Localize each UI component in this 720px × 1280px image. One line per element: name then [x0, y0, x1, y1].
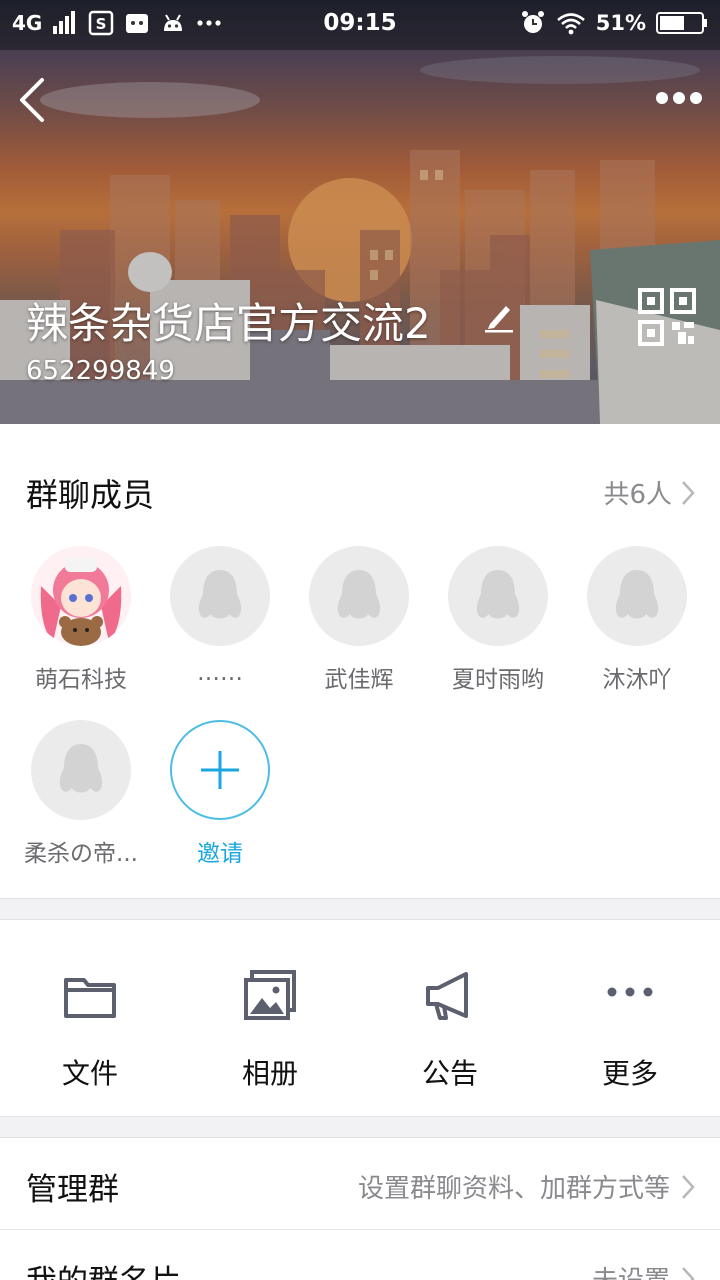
manage-group-hint: 设置群聊资料、加群方式等	[357, 1174, 670, 1204]
manage-group-label: 管理群	[26, 1172, 119, 1208]
member-item[interactable]: 沐沐吖	[572, 546, 702, 694]
wifi-icon	[556, 13, 585, 35]
default-penguin-avatar-icon	[476, 570, 520, 619]
member-name: 柔杀の帝...	[24, 841, 138, 867]
status-bar: 4G S 09:15 51%	[0, 0, 720, 50]
megaphone-icon	[426, 972, 468, 1020]
group-name: 辣条杂货店官方交流2	[26, 299, 431, 348]
member-item[interactable]: 夏时雨哟	[433, 546, 563, 694]
member-item[interactable]: 武佳辉	[294, 546, 424, 694]
battery-percent: 51%	[595, 11, 646, 35]
qr-code-icon[interactable]	[638, 288, 696, 346]
more-dots-icon	[607, 987, 653, 997]
avatar	[587, 546, 687, 646]
my-card-status: 未设置	[592, 1260, 670, 1280]
chevron-right-icon	[682, 1174, 695, 1199]
back-arrow-icon[interactable]	[14, 74, 54, 126]
manage-group-value: 设置群聊资料、加群方式等	[358, 1168, 696, 1205]
member-name: ……	[197, 660, 243, 686]
invite-label: 邀请	[197, 841, 243, 867]
group-banner: 4G S 09:15 51% 辣条杂货店官方交流2 652299849	[0, 0, 720, 424]
chevron-right-icon	[682, 1266, 695, 1280]
tool-label: 文件	[61, 1057, 118, 1090]
manage-group-row[interactable]: 管理群 设置群聊资料、加群方式等	[0, 1138, 720, 1230]
avatar	[31, 720, 131, 820]
section-divider	[0, 1116, 720, 1138]
anime-girl-avatar-icon	[31, 546, 131, 646]
tool-label: 公告	[421, 1057, 478, 1090]
more-options-icon[interactable]	[654, 86, 704, 110]
member-item[interactable]: 柔杀の帝...	[16, 720, 146, 868]
section-divider	[0, 898, 720, 920]
default-penguin-avatar-icon	[337, 570, 381, 619]
invite-circle	[170, 720, 270, 820]
invite-button[interactable]: 邀请	[155, 720, 285, 868]
member-item[interactable]: ……	[155, 546, 285, 686]
folder-icon	[64, 978, 116, 1018]
members-title: 群聊成员	[26, 476, 155, 514]
my-card-row[interactable]: 我的群名片 未设置	[0, 1230, 720, 1280]
avatar	[31, 546, 131, 646]
avatar	[170, 546, 270, 646]
alarm-icon	[521, 11, 544, 33]
default-penguin-avatar-icon	[59, 744, 103, 793]
tool-more[interactable]: 更多	[540, 968, 720, 1092]
my-card-value: 未设置	[592, 1260, 696, 1280]
default-penguin-avatar-icon	[198, 570, 242, 619]
member-item[interactable]: 萌石科技	[16, 546, 146, 694]
tool-files[interactable]: 文件	[0, 968, 180, 1092]
battery-icon	[656, 12, 707, 34]
default-penguin-avatar-icon	[615, 570, 659, 619]
member-name: 夏时雨哟	[452, 667, 544, 693]
member-name: 武佳辉	[324, 667, 394, 693]
members-count-link[interactable]: 共6人	[603, 474, 696, 511]
avatar	[309, 546, 409, 646]
edit-pencil-icon[interactable]	[482, 298, 516, 334]
plus-icon	[201, 751, 239, 789]
chevron-right-icon	[682, 480, 695, 505]
group-id: 652299849	[26, 356, 175, 386]
members-section: 群聊成员 共6人 萌石科技 …… 武佳辉 夏时雨哟 沐沐吖 柔杀の帝... 邀请	[0, 424, 720, 898]
tool-label: 相册	[241, 1057, 298, 1090]
my-card-label: 我的群名片	[26, 1256, 181, 1280]
member-name: 萌石科技	[35, 667, 127, 693]
tool-album[interactable]: 相册	[180, 968, 360, 1092]
tools-section: 文件 相册 公告 更多	[0, 920, 720, 1116]
tool-label: 更多	[601, 1057, 658, 1090]
avatar	[448, 546, 548, 646]
members-count-label: 共6人	[603, 480, 672, 510]
tool-announcement[interactable]: 公告	[360, 968, 540, 1092]
member-name: 沐沐吖	[602, 667, 672, 693]
album-icon	[244, 970, 296, 1020]
